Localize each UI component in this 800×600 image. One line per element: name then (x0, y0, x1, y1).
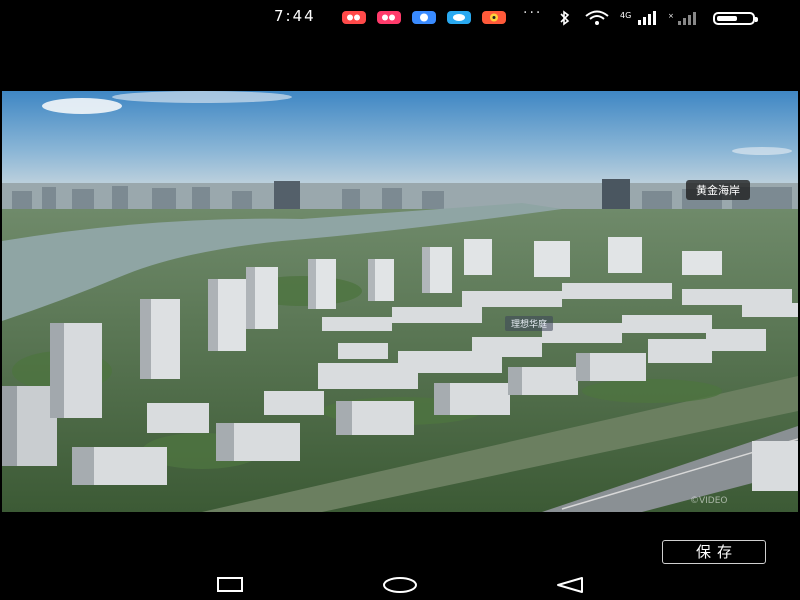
aerial-city-photo[interactable] (2, 91, 798, 512)
network-type-label: 4G (620, 11, 632, 20)
bluetooth-icon (558, 10, 572, 30)
red-app-icon (342, 11, 366, 24)
save-button[interactable]: 保存 (662, 540, 766, 564)
triangle-back-icon[interactable] (555, 575, 585, 599)
wifi-icon (584, 10, 610, 30)
signal-icon: × (668, 10, 704, 30)
watermark: ©VIDEO (690, 496, 728, 506)
community-label: 理想华庭 (505, 316, 554, 331)
circle-icon[interactable] (381, 575, 419, 599)
signal-icon (636, 10, 660, 30)
location-tag[interactable]: 黄金海岸 (686, 180, 750, 200)
square-icon[interactable] (216, 575, 244, 599)
more-notifications-indicator: ··· (523, 5, 543, 21)
battery-level-fill (717, 16, 737, 21)
blue-app-icon (447, 11, 471, 24)
status-bar: 7:44 ··· 4G × (0, 0, 800, 36)
battery-nub (755, 17, 758, 22)
weibo-icon (482, 11, 506, 24)
status-time: 7:44 (274, 7, 316, 25)
red-app-icon (377, 11, 401, 24)
battery-icon (713, 12, 758, 25)
blue-app-icon (412, 11, 436, 24)
svg-text:×: × (668, 12, 674, 20)
